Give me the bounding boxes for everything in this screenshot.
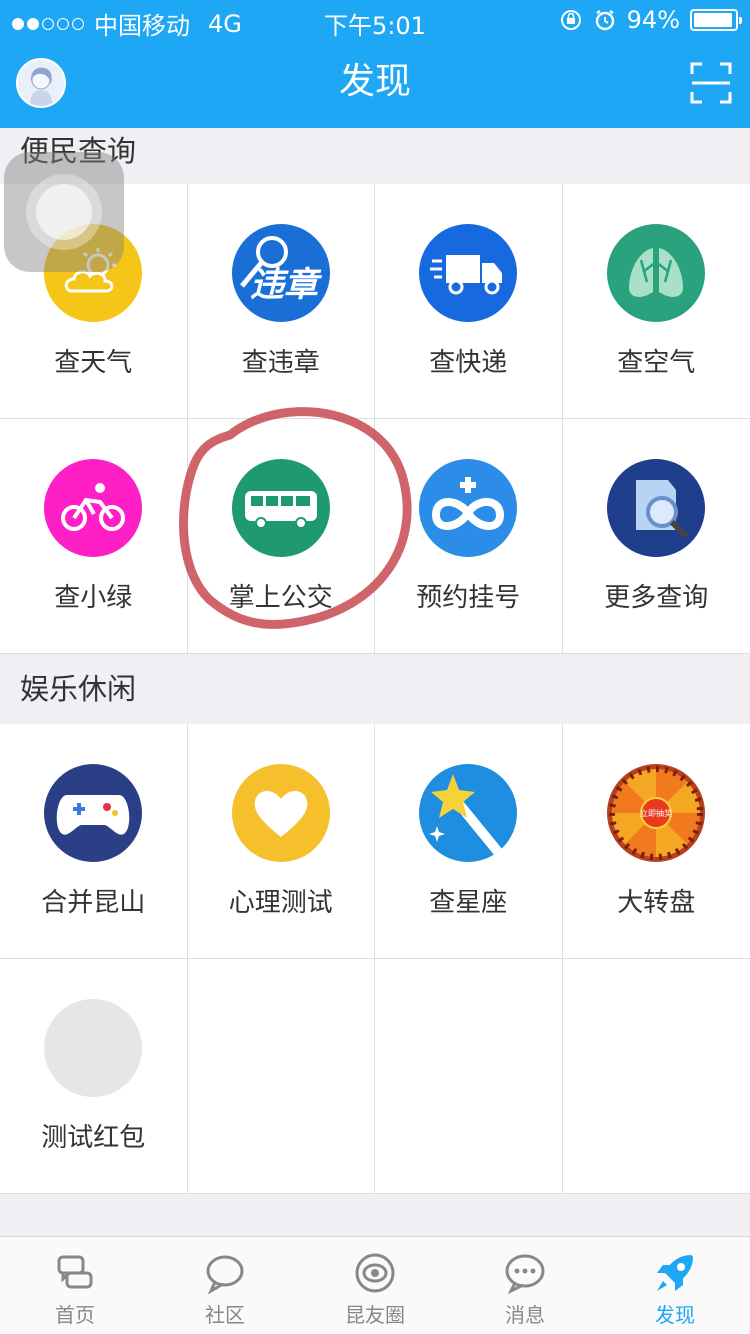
status-bar: 中国移动 4G 下午5:01 94% [0, 0, 750, 40]
community-bubble-icon [206, 1255, 244, 1295]
grid-item-traffic-violation[interactable]: 违章 查违章 [187, 184, 375, 419]
grid-item-label: 更多查询 [604, 583, 709, 613]
tab-community[interactable]: 社区 [150, 1237, 300, 1334]
grid-item-label: 大转盘 [617, 888, 696, 918]
prize-wheel-icon-text: 立即抽奖 [640, 808, 672, 818]
bus-icon [231, 459, 330, 557]
top-bar: 中国移动 4G 下午5:01 94% 发现 [0, 0, 750, 128]
tab-label: 昆友圈 [345, 1303, 405, 1327]
bicycle-icon [44, 459, 143, 557]
grid-empty-cell [375, 959, 563, 1194]
grid-item-label: 测试红包 [41, 1123, 146, 1153]
tab-messages[interactable]: 消息 [450, 1237, 600, 1334]
grid-item-horoscope[interactable]: 查星座 [375, 724, 563, 959]
battery-percent: 94% [626, 6, 680, 34]
alarm-icon [595, 10, 614, 31]
grid-item-label: 查违章 [241, 348, 320, 378]
grid-item-bike[interactable]: 查小绿 [0, 419, 188, 654]
bottom-tab-bar: 首页 社区 昆友圈 消息 发现 [0, 1236, 750, 1334]
grid-item-label: 查小绿 [54, 583, 133, 613]
traffic-violation-icon: 违章 [231, 224, 330, 322]
grid-item-label: 查天气 [54, 348, 133, 378]
grid-item-label: 掌上公交 [228, 583, 333, 613]
prize-wheel-icon: 立即抽奖 [607, 764, 706, 862]
gamepad-icon [44, 764, 143, 862]
grid-item-appointment[interactable]: 预约挂号 [375, 419, 563, 654]
grid-item-label: 查星座 [429, 888, 508, 918]
tab-discover[interactable]: 发现 [600, 1237, 750, 1334]
grid-item-label: 心理测试 [228, 888, 333, 918]
traffic-violation-icon-text: 违章 [250, 265, 323, 305]
grid-item-label: 预约挂号 [416, 583, 521, 613]
grid-item-game[interactable]: 合并昆山 [0, 724, 188, 959]
delivery-truck-icon [419, 224, 518, 322]
home-chat-icon [57, 1255, 93, 1289]
battery-icon [690, 9, 742, 31]
grid-item-air-quality[interactable]: 查空气 [562, 184, 750, 419]
assistive-touch-button[interactable] [4, 152, 124, 272]
placeholder-icon [44, 999, 143, 1097]
tab-home[interactable]: 首页 [0, 1237, 150, 1334]
hospital-cross-icon [419, 459, 518, 557]
tab-label: 首页 [55, 1303, 95, 1327]
scan-qr-icon[interactable] [690, 62, 732, 104]
lungs-icon [607, 224, 706, 322]
tab-label: 消息 [505, 1303, 545, 1327]
grid-item-more[interactable]: 更多查询 [562, 419, 750, 654]
grid-empty-cell [562, 959, 750, 1194]
entertainment-grid: 合并昆山 心理测试 查星座 立即抽奖 大转盘 测试红包 [0, 724, 750, 1194]
message-icon [505, 1254, 545, 1295]
magnifier-icon [607, 459, 706, 557]
page-title: 发现 [338, 61, 411, 102]
grid-item-label: 查空气 [617, 348, 696, 378]
grid-item-label: 合并昆山 [41, 888, 146, 918]
rocket-icon [657, 1255, 693, 1291]
heart-icon [231, 764, 330, 862]
magic-wand-star-icon [419, 764, 518, 862]
grid-empty-cell [187, 959, 375, 1194]
grid-item-bus[interactable]: 掌上公交 [187, 419, 375, 654]
grid-item-label: 查快递 [429, 348, 508, 378]
orientation-lock-icon [560, 10, 581, 30]
tab-label: 社区 [205, 1303, 245, 1327]
status-right: 94% [559, 6, 742, 34]
tab-moments[interactable]: 昆友圈 [300, 1237, 450, 1334]
grid-item-red-packet-test[interactable]: 测试红包 [0, 959, 188, 1194]
grid-item-prize-wheel[interactable]: 立即抽奖 大转盘 [562, 724, 750, 959]
discover-page: 中国移动 4G 下午5:01 94% 发现 便民查询 查天气 违章 查违章 查快… [0, 0, 750, 1334]
moments-camera-icon [355, 1253, 395, 1293]
grid-item-psych-test[interactable]: 心理测试 [187, 724, 375, 959]
grid-item-delivery[interactable]: 查快递 [375, 184, 563, 419]
tab-label: 发现 [655, 1303, 695, 1327]
section-title-entertainment: 娱乐休闲 [0, 654, 750, 724]
